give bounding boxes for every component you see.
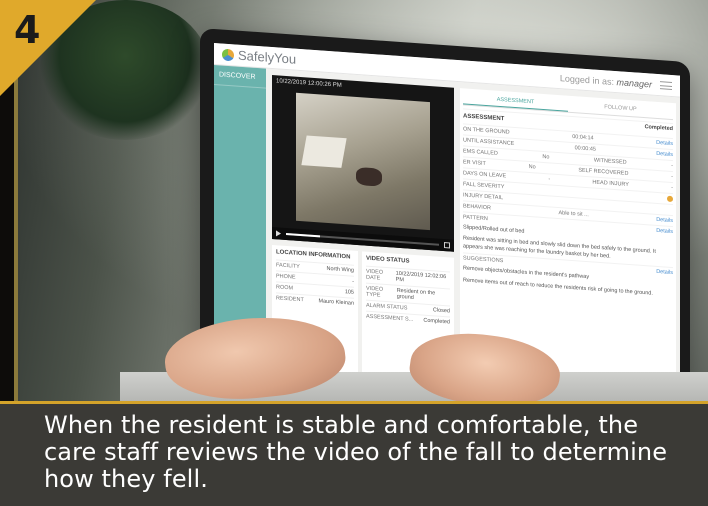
row-key: ASSESSMENT S... bbox=[366, 313, 414, 323]
row-value: - bbox=[671, 173, 673, 181]
fullscreen-icon[interactable] bbox=[444, 242, 450, 249]
row-key: BEHAVIOR bbox=[463, 203, 492, 212]
row-value: No bbox=[542, 153, 550, 161]
caption-bar: When the resident is stable and comforta… bbox=[0, 401, 708, 506]
row-value: 00:00:45 bbox=[574, 145, 596, 153]
row-value: - bbox=[352, 278, 354, 285]
details-link[interactable]: Details bbox=[656, 217, 673, 224]
row-value: No bbox=[528, 163, 536, 171]
logged-in-prefix: Logged in as: bbox=[559, 72, 614, 87]
row-key: RESIDENT bbox=[276, 295, 304, 304]
details-link[interactable]: Details bbox=[656, 140, 673, 147]
details-link[interactable]: Details bbox=[656, 151, 673, 158]
row-value: Resident on the ground bbox=[396, 287, 436, 301]
video-frame bbox=[296, 92, 430, 231]
assessment-status: Completed bbox=[644, 124, 673, 133]
row-key: PATTERN bbox=[463, 214, 488, 223]
row-value: - bbox=[548, 176, 551, 183]
logged-in-status: Logged in as: manager bbox=[560, 73, 652, 89]
hamburger-menu-icon[interactable] bbox=[660, 80, 672, 90]
row-value: 00:04:14 bbox=[572, 134, 594, 142]
caption-text: When the resident is stable and comforta… bbox=[44, 411, 668, 493]
row-key: WITNESSED bbox=[593, 157, 627, 166]
details-link[interactable]: Details bbox=[656, 228, 673, 235]
row-key: VIDEO TYPE bbox=[366, 285, 384, 299]
app-logo[interactable]: SafelyYou bbox=[222, 47, 296, 67]
scrubber-progress bbox=[286, 233, 320, 238]
row-value: Completed bbox=[423, 317, 450, 326]
row-key: EMS CALLED bbox=[463, 148, 498, 157]
row-key: VIDEO DATE bbox=[366, 268, 384, 282]
row-key: ROOM bbox=[276, 284, 294, 292]
row-value: 10/22/2019 12:02:06 PM bbox=[395, 270, 447, 284]
row-value: Able to sit ... bbox=[558, 210, 589, 219]
row-key: PHONE bbox=[276, 273, 296, 281]
details-link[interactable]: Details bbox=[656, 269, 673, 276]
sidebar-item-discover[interactable]: DISCOVER bbox=[214, 64, 266, 89]
video-player[interactable]: 10/22/2019 12:00:26 PM bbox=[272, 75, 454, 252]
step-number: 4 bbox=[14, 8, 41, 52]
logo-text: SafelyYou bbox=[238, 47, 297, 67]
row-value: - bbox=[671, 162, 673, 170]
assessment-section-title: ASSESSMENT bbox=[463, 113, 505, 123]
logo-icon bbox=[222, 48, 234, 61]
row-value: Mauro Kleinan bbox=[318, 298, 354, 307]
location-title: LOCATION INFORMATION bbox=[276, 249, 351, 261]
row-value: 105 bbox=[344, 289, 354, 296]
severity-icon bbox=[667, 195, 673, 203]
row-value: Closed bbox=[432, 307, 450, 315]
video-scrubber[interactable] bbox=[286, 233, 439, 246]
video-timestamp: 10/22/2019 12:00:26 PM bbox=[276, 78, 342, 89]
row-key: HEAD INJURY bbox=[592, 179, 629, 188]
photo-scene: SafelyYou Logged in as: manager DISCOVER… bbox=[0, 0, 708, 506]
row-key: FACILITY bbox=[276, 262, 300, 270]
row-value: - bbox=[671, 184, 673, 192]
logged-in-user: manager bbox=[616, 76, 652, 90]
play-icon[interactable] bbox=[276, 230, 281, 237]
row-value: North Wing bbox=[326, 265, 354, 274]
row-key: ER VISIT bbox=[463, 159, 486, 167]
